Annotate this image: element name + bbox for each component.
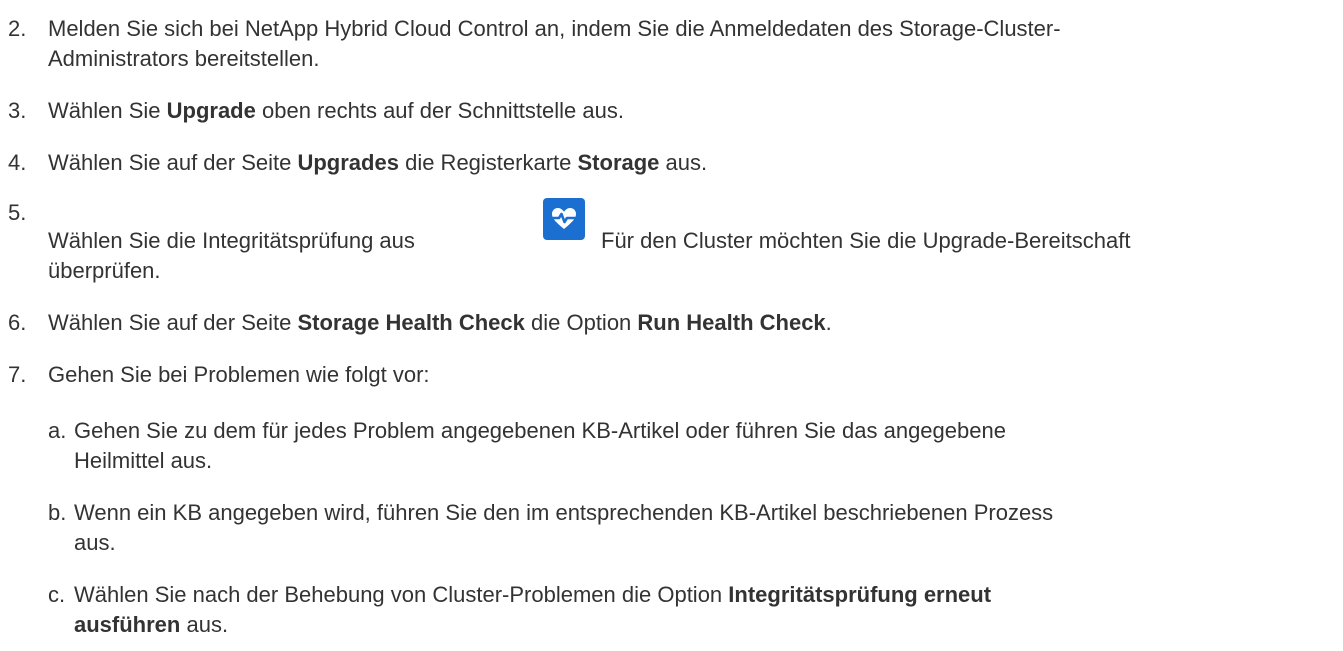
step-text: Wählen Sie auf der Seite Upgrades die Re… bbox=[48, 148, 1338, 178]
substep-text: Wenn ein KB angegeben wird, führen Sie d… bbox=[74, 498, 1338, 558]
step-number: 3. bbox=[8, 98, 27, 123]
substep-line: Wählen Sie nach der Behebung von Cluster… bbox=[74, 580, 1338, 610]
text-run: Wählen Sie auf der Seite bbox=[48, 310, 298, 335]
substep-line: aus. bbox=[74, 530, 116, 555]
step-number: 4. bbox=[8, 150, 27, 175]
ui-term-storage: Storage bbox=[577, 150, 660, 175]
ui-term-upgrade: Upgrade bbox=[166, 98, 256, 123]
step-text: Melden Sie sich bei NetApp Hybrid Cloud … bbox=[48, 14, 1338, 74]
text-run: aus. bbox=[180, 612, 229, 637]
text-run: oben rechts auf der Schnittstelle aus. bbox=[255, 98, 624, 123]
step-text: Wählen Sie Upgrade oben rechts auf der S… bbox=[48, 96, 1338, 126]
substep-text: Wählen Sie nach der Behebung von Cluster… bbox=[74, 580, 1338, 640]
ui-term-run-health-check: Run Health Check bbox=[637, 310, 826, 335]
text-run: aus. bbox=[659, 150, 708, 175]
step-line: Administrators bereitstellen. bbox=[48, 46, 320, 71]
substep-letter: a. bbox=[48, 418, 67, 443]
step-text: Gehen Sie bei Problemen wie folgt vor: bbox=[48, 362, 430, 387]
ui-term-storage-health-check: Storage Health Check bbox=[297, 310, 525, 335]
substep-text: Gehen Sie zu dem für jedes Problem angeg… bbox=[74, 416, 1338, 476]
text-run: Wählen Sie bbox=[48, 98, 167, 123]
text-run: die Option bbox=[524, 310, 638, 335]
text-run: Für den Cluster möchten Sie die Upgrade-… bbox=[601, 228, 1131, 253]
substep-letter: b. bbox=[48, 500, 67, 525]
text-run: die Registerkarte bbox=[398, 150, 578, 175]
substep-line: Gehen Sie zu dem für jedes Problem angeg… bbox=[74, 418, 1006, 443]
substep-line: Wenn ein KB angegeben wird, führen Sie d… bbox=[74, 500, 1054, 525]
ui-term-rerun-check-cont: ausführen bbox=[74, 612, 181, 637]
ui-term-upgrades: Upgrades bbox=[297, 150, 399, 175]
step-number: 6. bbox=[8, 310, 27, 335]
text-run: Wählen Sie nach der Behebung von Cluster… bbox=[74, 582, 729, 607]
substep-line: Heilmittel aus. bbox=[74, 448, 213, 473]
substep-line: ausführen aus. bbox=[74, 610, 1338, 640]
ui-term-rerun-check: Integritätsprüfung erneut bbox=[728, 582, 992, 607]
step-number: 7. bbox=[8, 362, 27, 387]
text-run: Wählen Sie die Integritätsprüfung aus bbox=[48, 228, 415, 253]
step-number: 5. bbox=[8, 200, 27, 225]
step-line: überprüfen. bbox=[48, 258, 161, 283]
text-run: Wählen Sie auf der Seite bbox=[48, 150, 298, 175]
text-run: . bbox=[825, 310, 832, 335]
step-number: 2. bbox=[8, 16, 27, 41]
step-line: Melden Sie sich bei NetApp Hybrid Cloud … bbox=[48, 16, 1061, 41]
substep-letter: c. bbox=[48, 582, 66, 607]
step-text: Wählen Sie auf der Seite Storage Health … bbox=[48, 308, 1338, 338]
